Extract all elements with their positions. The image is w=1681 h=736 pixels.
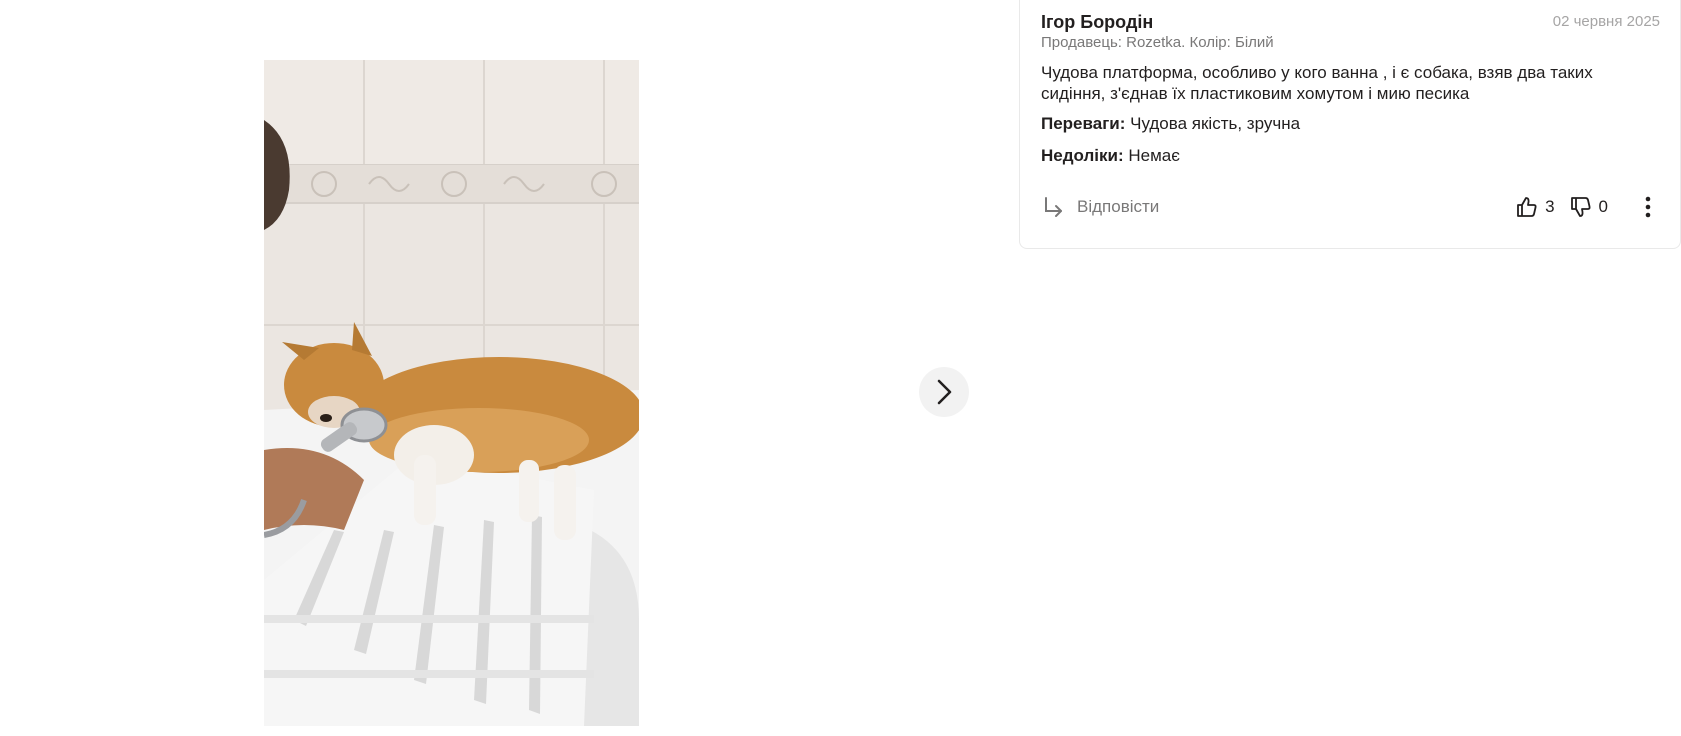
review-pros: Переваги: Чудова якість, зручна bbox=[1041, 114, 1300, 134]
review-actions: Відповісти 3 0 bbox=[1041, 190, 1660, 224]
dislike-count: 0 bbox=[1598, 197, 1608, 216]
review-author: Ігор Бородін bbox=[1041, 12, 1154, 32]
reply-arrow-icon bbox=[1045, 197, 1062, 217]
media-viewer bbox=[0, 0, 1000, 736]
next-photo-button[interactable] bbox=[919, 367, 969, 417]
review-text: Чудова платформа, особливо у кого ванна … bbox=[1041, 63, 1593, 103]
chevron-right-icon bbox=[937, 379, 952, 405]
more-options-button[interactable] bbox=[1636, 190, 1660, 224]
review-date: 02 червня 2025 bbox=[1552, 13, 1660, 30]
like-button[interactable]: 3 bbox=[1515, 195, 1555, 219]
review-cons: Недоліки: Немає bbox=[1041, 146, 1180, 166]
review-meta: Продавець: Rozetka. Колір: Білий bbox=[1041, 34, 1274, 51]
cons-label: Недоліки: bbox=[1041, 146, 1124, 165]
pros-value: Чудова якість, зручна bbox=[1130, 114, 1301, 133]
thumb-down-icon bbox=[1570, 197, 1591, 217]
more-vertical-icon bbox=[1645, 196, 1651, 218]
review-photo bbox=[264, 60, 639, 726]
dislike-button[interactable]: 0 bbox=[1569, 195, 1608, 219]
like-count: 3 bbox=[1545, 197, 1555, 216]
review-votes: 3 0 bbox=[1515, 190, 1660, 224]
review-card: Ігор Бородін 02 червня 2025 Продавець: R… bbox=[1019, 0, 1681, 249]
reply-button[interactable]: Відповісти bbox=[1041, 190, 1159, 224]
thumb-up-icon bbox=[1517, 197, 1537, 217]
pros-label: Переваги: bbox=[1041, 114, 1126, 133]
reply-label: Відповісти bbox=[1077, 197, 1160, 216]
cons-value: Немає bbox=[1128, 146, 1180, 165]
